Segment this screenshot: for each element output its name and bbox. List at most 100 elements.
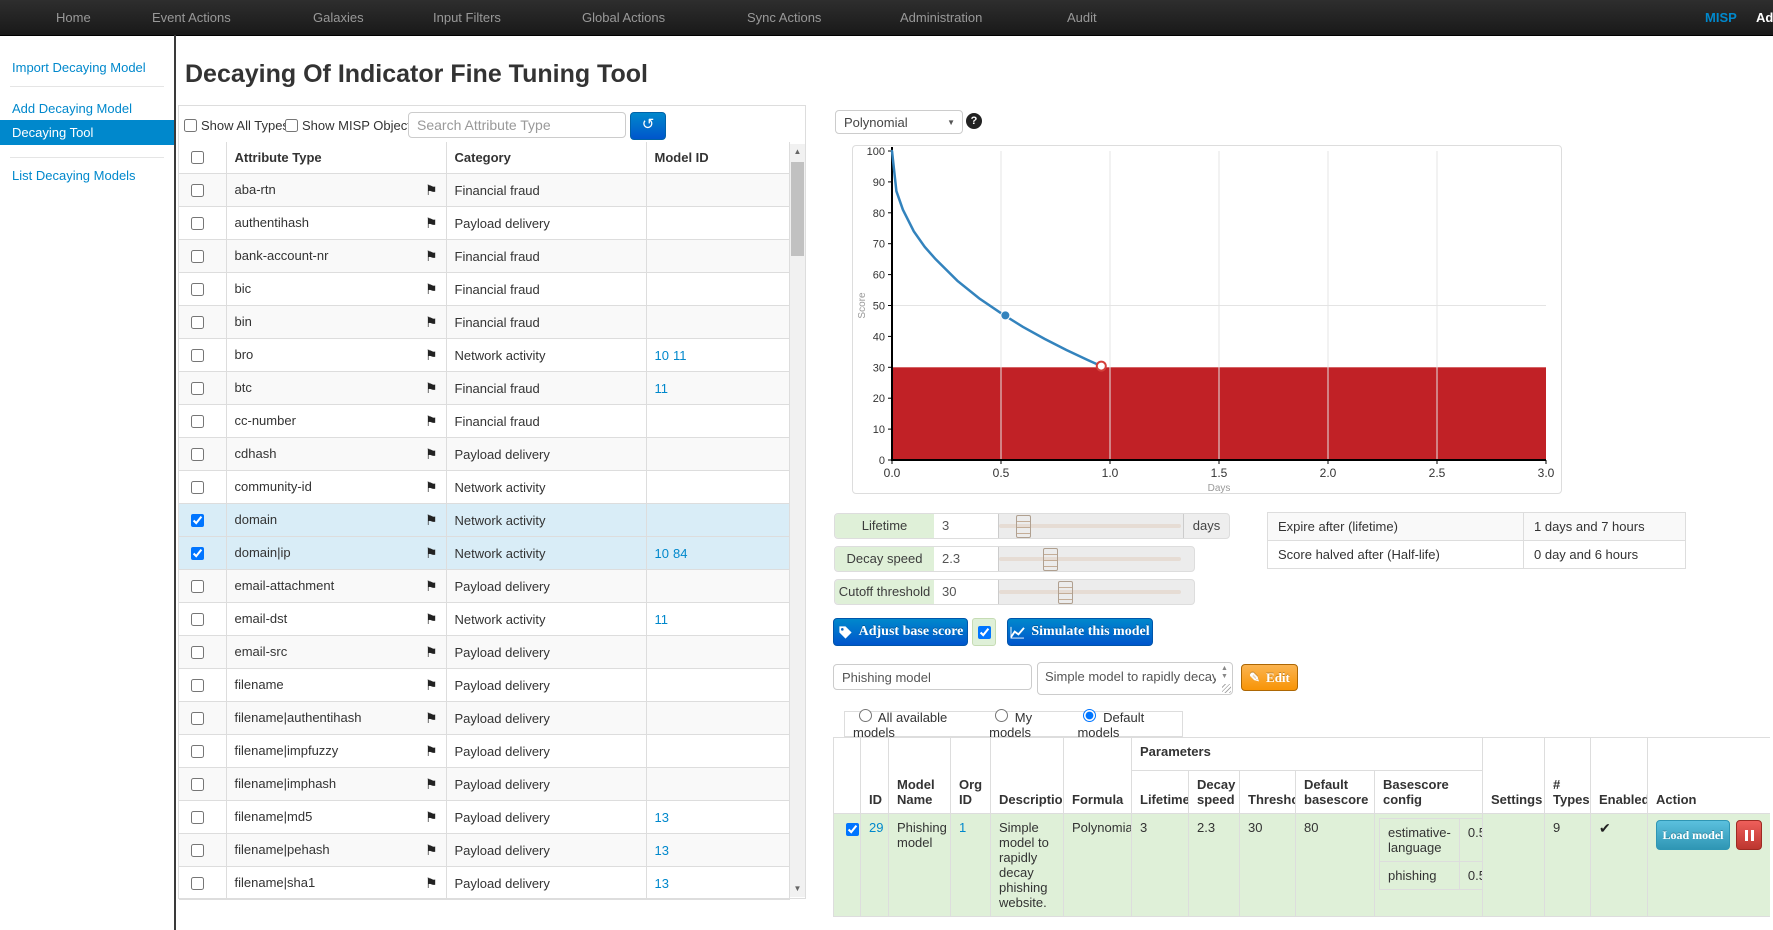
cutoff-threshold-slider-handle[interactable]	[1058, 581, 1073, 604]
lifetime-slider-handle[interactable]	[1016, 515, 1031, 538]
misp-brand[interactable]: MISP	[1705, 0, 1737, 35]
nav-galaxies[interactable]: Galaxies	[313, 0, 364, 35]
row-checkbox[interactable]	[191, 250, 204, 263]
model-id-link[interactable]: 11	[673, 348, 687, 363]
model-id-link[interactable]: 29	[869, 820, 883, 835]
table-row[interactable]: filename|pehash ⚑ Payload delivery 13	[179, 834, 789, 867]
flag-icon[interactable]: ⚑	[425, 644, 438, 661]
edit-model-button[interactable]: ✎ Edit	[1241, 664, 1298, 691]
flag-icon[interactable]: ⚑	[425, 446, 438, 463]
model-id-link[interactable]: 84	[673, 546, 687, 561]
model-description-textarea[interactable]: Simple model to rapidly decay phishing w…	[1037, 662, 1233, 695]
row-checkbox[interactable]	[191, 646, 204, 659]
adjust-base-score-checkbox[interactable]	[978, 626, 991, 639]
row-checkbox[interactable]	[191, 283, 204, 296]
cutoff-threshold-slider-track[interactable]	[999, 590, 1181, 594]
row-checkbox[interactable]	[191, 481, 204, 494]
row-checkbox[interactable]	[191, 382, 204, 395]
flag-icon[interactable]: ⚑	[425, 611, 438, 628]
table-row[interactable]: filename|md5 ⚑ Payload delivery 13	[179, 801, 789, 834]
attribute-table-scrollbar[interactable]: ▲ ▼	[790, 144, 805, 897]
table-row[interactable]: filename|authentihash ⚑ Payload delivery	[179, 702, 789, 735]
nav-audit[interactable]: Audit	[1067, 0, 1097, 35]
scroll-down-icon[interactable]: ▼	[790, 881, 805, 897]
sidebar-item-decaying-tool[interactable]: Decaying Tool	[0, 120, 174, 145]
row-checkbox[interactable]	[191, 514, 204, 527]
all-models-radio[interactable]	[859, 709, 872, 722]
row-checkbox[interactable]	[191, 316, 204, 329]
model-id-link[interactable]: 13	[655, 876, 669, 891]
flag-icon[interactable]: ⚑	[425, 677, 438, 694]
textarea-scroll-arrows[interactable]: ▲▼	[1219, 665, 1230, 681]
row-checkbox[interactable]	[191, 349, 204, 362]
formula-select[interactable]: Polynomial ▼	[835, 110, 963, 134]
decay-speed-slider-handle[interactable]	[1043, 548, 1058, 571]
model-id-link[interactable]: 10	[655, 348, 669, 363]
table-row[interactable]: domain ⚑ Network activity	[179, 504, 789, 537]
refresh-button[interactable]: ↺	[630, 112, 666, 140]
table-row[interactable]: authentihash ⚑ Payload delivery	[179, 207, 789, 240]
model-id-link[interactable]: 13	[655, 843, 669, 858]
nav-administration[interactable]: Administration	[900, 0, 982, 35]
row-checkbox[interactable]	[191, 811, 204, 824]
table-row[interactable]: filename|sha1 ⚑ Payload delivery 13	[179, 867, 789, 900]
show-misp-objects-checkbox[interactable]	[285, 119, 298, 132]
resize-grip-icon[interactable]	[1222, 684, 1231, 693]
row-checkbox[interactable]	[191, 712, 204, 725]
table-row[interactable]: email-src ⚑ Payload delivery	[179, 636, 789, 669]
row-checkbox[interactable]	[191, 745, 204, 758]
scrollbar-thumb[interactable]	[791, 162, 804, 256]
model-id-link[interactable]: 11	[655, 612, 669, 627]
table-row[interactable]: bank-account-nr ⚑ Financial fraud	[179, 240, 789, 273]
flag-icon[interactable]: ⚑	[425, 347, 438, 364]
flag-icon[interactable]: ⚑	[425, 182, 438, 199]
row-checkbox[interactable]	[191, 778, 204, 791]
cutoff-threshold-value[interactable]: 30	[934, 580, 999, 604]
nav-home[interactable]: Home	[56, 0, 91, 35]
flag-icon[interactable]: ⚑	[425, 842, 438, 859]
table-row[interactable]: bin ⚑ Financial fraud	[179, 306, 789, 339]
row-checkbox[interactable]	[191, 448, 204, 461]
decay-speed-slider-track[interactable]	[999, 557, 1181, 561]
table-row[interactable]: aba-rtn ⚑ Financial fraud	[179, 174, 789, 207]
row-checkbox[interactable]	[191, 547, 204, 560]
help-icon[interactable]: ?	[966, 113, 982, 129]
flag-icon[interactable]: ⚑	[425, 809, 438, 826]
nav-user-menu[interactable]: Admin	[1756, 0, 1773, 35]
my-models-radio[interactable]	[995, 709, 1008, 722]
nav-sync-actions[interactable]: Sync Actions	[747, 0, 821, 35]
table-row[interactable]: bic ⚑ Financial fraud	[179, 273, 789, 306]
adjust-base-score-button[interactable]: Adjust base score	[833, 618, 968, 646]
flag-icon[interactable]: ⚑	[425, 710, 438, 727]
row-checkbox[interactable]	[191, 679, 204, 692]
row-checkbox[interactable]	[191, 844, 204, 857]
scroll-up-icon[interactable]: ▲	[790, 144, 805, 160]
decay-speed-value[interactable]: 2.3	[934, 547, 999, 571]
show-misp-objects-label[interactable]: Show MISP Objects	[302, 118, 417, 133]
flag-icon[interactable]: ⚑	[425, 248, 438, 265]
table-row[interactable]: bro ⚑ Network activity 1011	[179, 339, 789, 372]
row-checkbox[interactable]	[191, 217, 204, 230]
flag-icon[interactable]: ⚑	[425, 743, 438, 760]
table-row[interactable]: community-id ⚑ Network activity	[179, 471, 789, 504]
show-all-types-checkbox[interactable]	[184, 119, 197, 132]
flag-icon[interactable]: ⚑	[425, 314, 438, 331]
flag-icon[interactable]: ⚑	[425, 512, 438, 529]
table-row[interactable]: filename ⚑ Payload delivery	[179, 669, 789, 702]
table-row[interactable]: domain|ip ⚑ Network activity 1084	[179, 537, 789, 570]
flag-icon[interactable]: ⚑	[425, 578, 438, 595]
sidebar-item-add-decaying-model[interactable]: Add Decaying Model	[12, 101, 132, 116]
table-row[interactable]: filename|imphash ⚑ Payload delivery	[179, 768, 789, 801]
row-checkbox[interactable]	[191, 415, 204, 428]
lifetime-value[interactable]: 3	[934, 514, 999, 538]
flag-icon[interactable]: ⚑	[425, 281, 438, 298]
default-models-radio[interactable]	[1083, 709, 1096, 722]
lifetime-slider-track[interactable]	[999, 524, 1181, 528]
flag-icon[interactable]: ⚑	[425, 875, 438, 892]
search-attribute-input[interactable]	[408, 112, 626, 138]
flag-icon[interactable]: ⚑	[425, 380, 438, 397]
nav-event-actions[interactable]: Event Actions	[152, 0, 231, 35]
nav-global-actions[interactable]: Global Actions	[582, 0, 665, 35]
table-row[interactable]: cdhash ⚑ Payload delivery	[179, 438, 789, 471]
show-all-types-label[interactable]: Show All Types	[201, 118, 289, 133]
